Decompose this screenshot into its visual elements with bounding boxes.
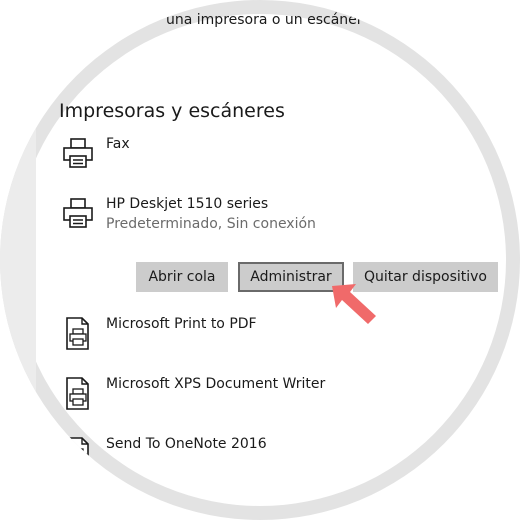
- settings-window-crop: una impresora o un escáner Impresoras y …: [0, 0, 520, 520]
- device-status: Predeterminado, Sin conexión: [106, 216, 316, 232]
- document-printer-icon: [66, 317, 89, 350]
- open-queue-button[interactable]: Abrir cola: [136, 262, 228, 292]
- document-printer-icon: [66, 437, 89, 470]
- screenshot-stage: una impresora o un escáner Impresoras y …: [0, 0, 520, 520]
- device-name: Microsoft Print to PDF: [106, 316, 257, 332]
- navigation-pane-edge: [0, 0, 36, 520]
- section-title: Impresoras y escáneres: [59, 100, 285, 122]
- device-hp-deskjet[interactable]: HP Deskjet 1510 series Predeterminado, S…: [60, 196, 500, 236]
- manage-button[interactable]: Administrar: [238, 262, 344, 292]
- device-send-to-onenote[interactable]: Send To OneNote 2016: [60, 436, 500, 476]
- printer-icon: [63, 198, 93, 228]
- device-name: HP Deskjet 1510 series: [106, 196, 269, 212]
- document-printer-icon: [66, 377, 89, 410]
- device-name: Fax: [106, 136, 130, 152]
- device-xps-writer[interactable]: Microsoft XPS Document Writer: [60, 376, 500, 416]
- add-printer-link[interactable]: una impresora o un escáner: [166, 12, 363, 28]
- printer-icon: [63, 138, 93, 168]
- device-print-to-pdf[interactable]: Microsoft Print to PDF: [60, 316, 500, 356]
- device-name: Microsoft XPS Document Writer: [106, 376, 326, 392]
- device-fax[interactable]: Fax: [60, 136, 500, 176]
- device-name: Send To OneNote 2016: [106, 436, 267, 452]
